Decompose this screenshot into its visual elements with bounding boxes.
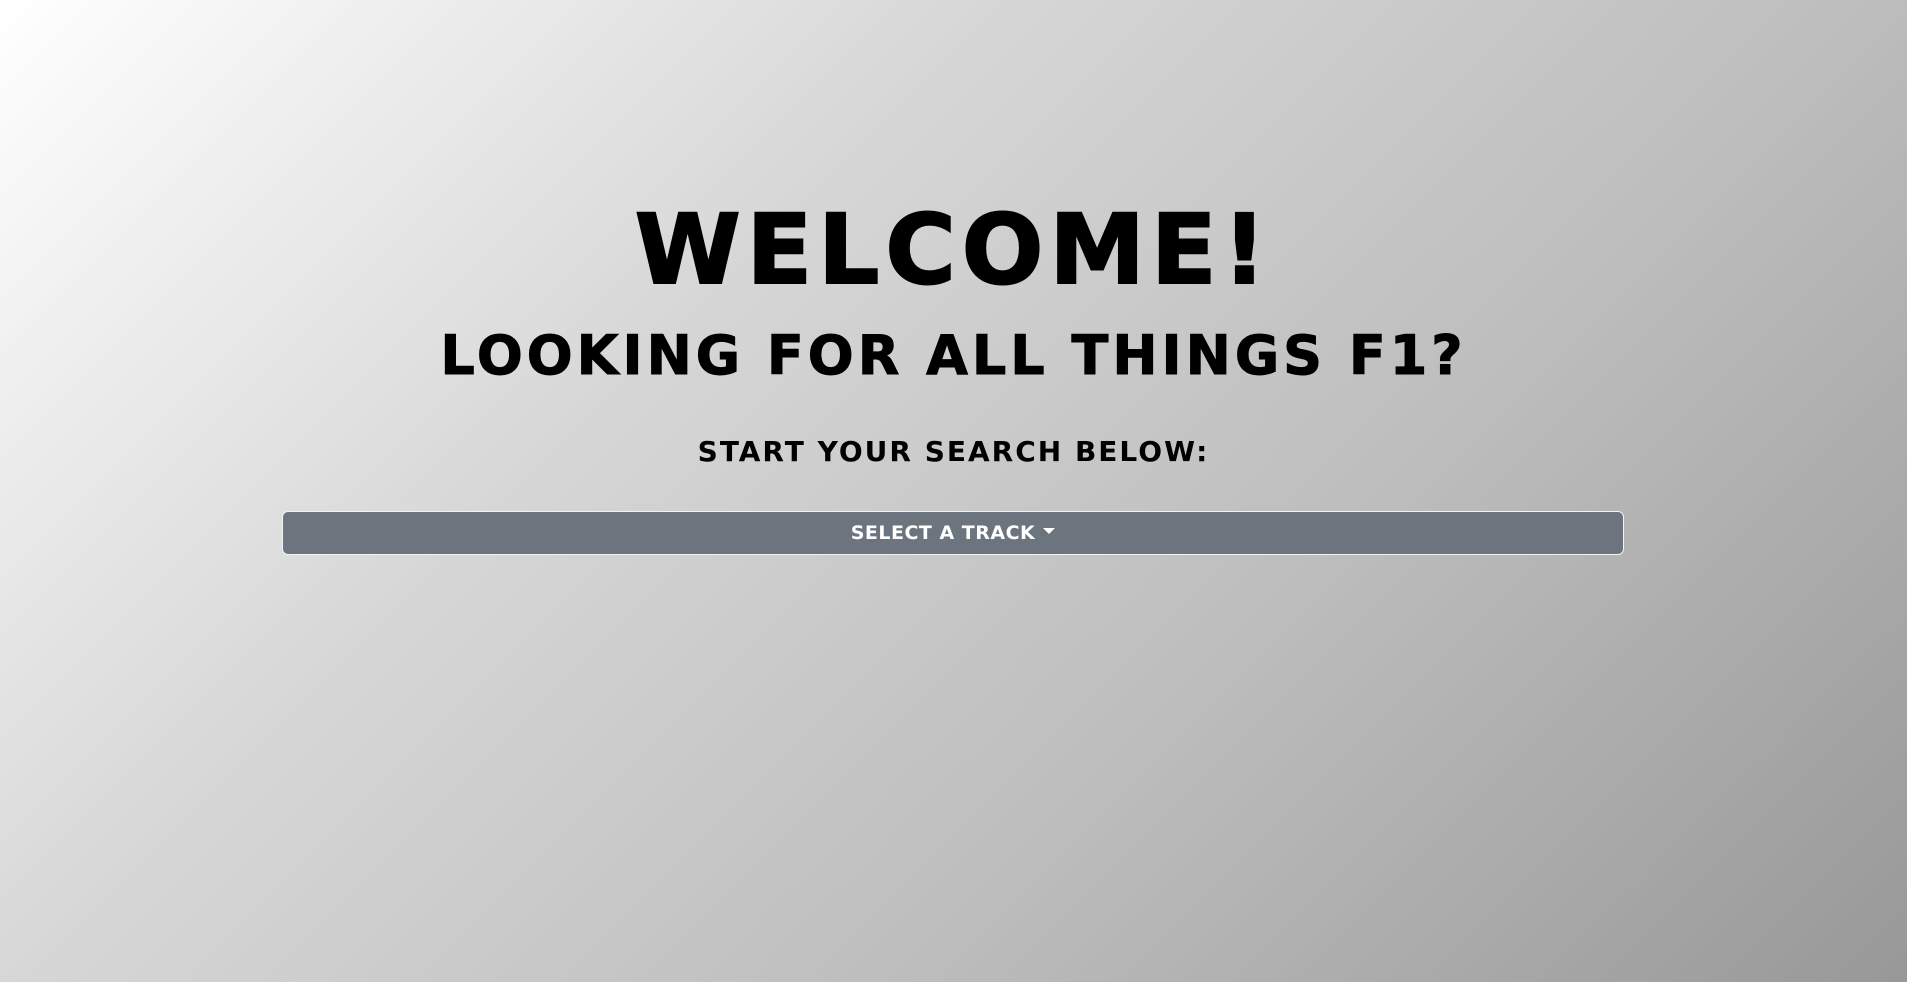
tagline-heading: LOOKING FOR ALL THINGS F1? bbox=[440, 324, 1467, 387]
chevron-down-icon bbox=[1043, 528, 1056, 534]
select-track-label: SELECT A TRACK bbox=[850, 522, 1036, 544]
welcome-title: WELCOME! bbox=[634, 194, 1273, 306]
select-track-dropdown[interactable]: SELECT A TRACK bbox=[282, 511, 1624, 555]
search-prompt: START YOUR SEARCH BELOW: bbox=[697, 435, 1210, 468]
